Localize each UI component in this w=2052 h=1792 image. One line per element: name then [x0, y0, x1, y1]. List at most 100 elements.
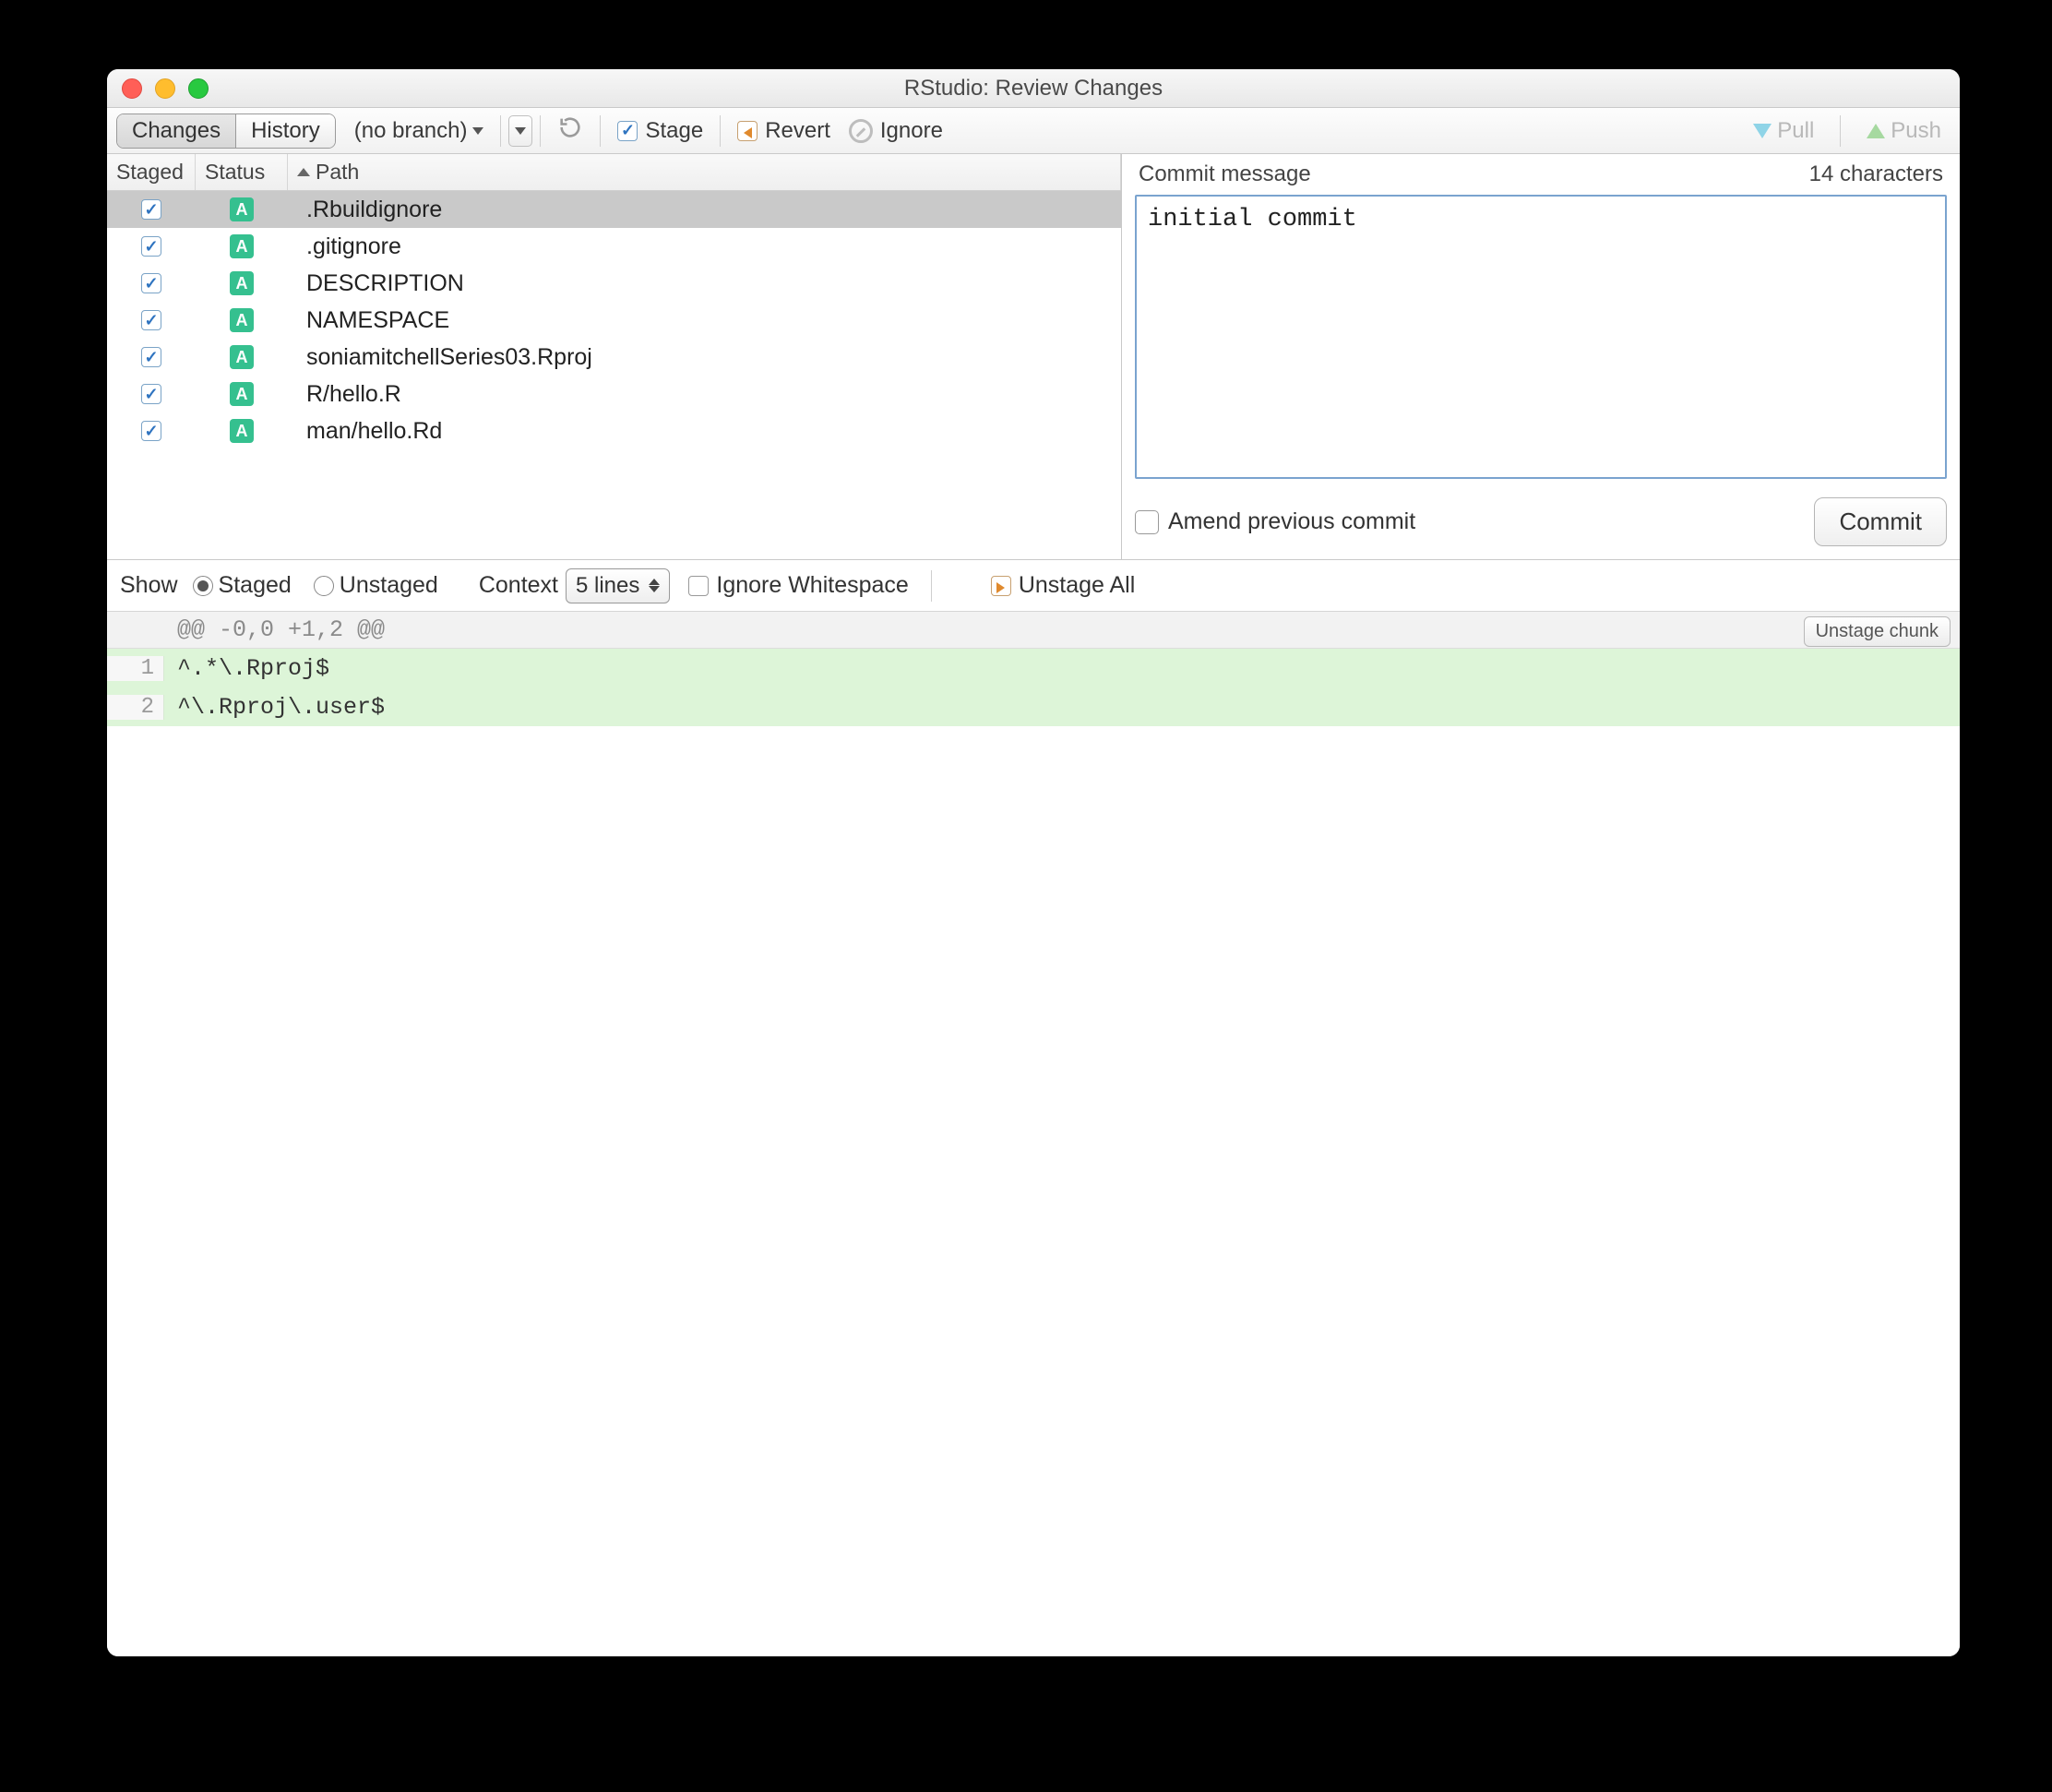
diff-line-added[interactable]: 2^\.Rproj\.user$	[107, 687, 1960, 726]
view-segmented-control: Changes History	[116, 113, 336, 149]
show-unstaged-radio[interactable]: Unstaged	[314, 572, 438, 599]
column-path-label: Path	[316, 160, 359, 185]
file-row[interactable]: A .gitignore	[107, 228, 1121, 265]
branch-label: (no branch)	[354, 118, 468, 144]
commit-header: Commit message 14 characters	[1122, 154, 1960, 195]
push-button[interactable]: Push	[1857, 114, 1951, 148]
main-toolbar: Changes History (no branch) Stage Revert	[107, 108, 1960, 154]
file-path: man/hello.Rd	[288, 418, 1121, 445]
revert-label: Revert	[765, 118, 830, 144]
status-badge: A	[230, 234, 254, 258]
status-badge: A	[230, 271, 254, 295]
separator	[500, 115, 501, 147]
stage-label: Stage	[645, 118, 703, 144]
file-path: R/hello.R	[288, 381, 1121, 408]
column-header-path[interactable]: Path	[288, 154, 1121, 190]
line-content: ^.*\.Rproj$	[164, 655, 329, 682]
push-label: Push	[1891, 118, 1941, 144]
commit-message-input[interactable]	[1135, 195, 1947, 479]
chevron-down-icon	[472, 127, 483, 135]
ignore-button[interactable]: Ignore	[849, 118, 943, 144]
file-path: .gitignore	[288, 233, 1121, 260]
file-row[interactable]: A R/hello.R	[107, 376, 1121, 412]
branch-dropdown-button[interactable]	[508, 115, 532, 147]
sort-asc-icon	[297, 168, 310, 176]
context-value: 5 lines	[576, 573, 639, 599]
files-pane: Staged Status Path A .Rbuildignore A .gitig…	[107, 154, 1122, 559]
ignore-whitespace-checkbox[interactable]: Ignore Whitespace	[688, 572, 908, 599]
tab-changes[interactable]: Changes	[117, 114, 235, 148]
diff-view: @@ -0,0 +1,2 @@ Unstage chunk 1^.*\.Rpro…	[107, 612, 1960, 1656]
ignore-whitespace-label: Ignore Whitespace	[716, 572, 908, 599]
arrow-up-icon	[1867, 124, 1885, 138]
arrow-down-icon	[1753, 124, 1772, 138]
commit-char-count: 14 characters	[1809, 161, 1943, 187]
column-header-status[interactable]: Status	[196, 154, 288, 190]
staged-checkbox[interactable]	[141, 236, 161, 257]
show-staged-radio[interactable]: Staged	[193, 572, 292, 599]
ignore-label: Ignore	[880, 118, 943, 144]
pull-button[interactable]: Pull	[1744, 114, 1823, 148]
amend-previous-checkbox[interactable]: Amend previous commit	[1135, 508, 1415, 535]
refresh-icon	[557, 114, 583, 147]
file-row[interactable]: AsoniamitchellSeries03.Rproj	[107, 339, 1121, 376]
status-badge: A	[230, 197, 254, 221]
checkbox-icon	[688, 576, 709, 596]
unstage-chunk-button[interactable]: Unstage chunk	[1804, 616, 1951, 647]
diff-line-added[interactable]: 1^.*\.Rproj$	[107, 649, 1960, 687]
files-header: Staged Status Path	[107, 154, 1121, 191]
stepper-icon	[649, 579, 660, 592]
amend-label: Amend previous commit	[1168, 508, 1415, 535]
separator	[540, 115, 541, 147]
titlebar: RStudio: Review Changes	[107, 69, 1960, 108]
separator	[600, 115, 601, 147]
tab-history[interactable]: History	[235, 114, 335, 148]
show-label: Show	[120, 572, 178, 599]
line-number: 1	[107, 656, 164, 681]
hunk-range: @@ -0,0 +1,2 @@	[164, 616, 385, 643]
upper-pane: Staged Status Path A .Rbuildignore A .gitig…	[107, 154, 1960, 560]
status-badge: A	[230, 419, 254, 443]
branch-selector[interactable]: (no branch)	[354, 118, 484, 144]
staged-checkbox[interactable]	[141, 273, 161, 293]
radio-selected-icon	[193, 576, 213, 596]
file-row[interactable]: Aman/hello.Rd	[107, 412, 1121, 449]
diff-toolbar: Show Staged Unstaged Context 5 lines Ign…	[107, 560, 1960, 612]
stage-button[interactable]: Stage	[617, 118, 703, 144]
refresh-button[interactable]	[557, 114, 583, 147]
separator	[720, 115, 721, 147]
file-row[interactable]: ADESCRIPTION	[107, 265, 1121, 302]
unstage-icon	[991, 576, 1011, 596]
status-badge: A	[230, 382, 254, 406]
file-path: .Rbuildignore	[288, 197, 1121, 223]
file-row[interactable]: ANAMESPACE	[107, 302, 1121, 339]
separator	[1840, 115, 1841, 147]
column-header-staged[interactable]: Staged	[107, 154, 196, 190]
staged-checkbox[interactable]	[141, 310, 161, 330]
commit-footer: Amend previous commit Commit	[1122, 488, 1960, 559]
unstaged-label: Unstaged	[340, 572, 438, 599]
staged-checkbox[interactable]	[141, 347, 161, 367]
file-row[interactable]: A .Rbuildignore	[107, 191, 1121, 228]
staged-checkbox[interactable]	[141, 384, 161, 404]
pull-label: Pull	[1777, 118, 1814, 144]
context-label: Context	[479, 572, 558, 599]
window-title: RStudio: Review Changes	[107, 76, 1960, 102]
ignore-icon	[849, 119, 873, 143]
status-badge: A	[230, 308, 254, 332]
checkbox-icon	[1135, 510, 1159, 534]
commit-message-label: Commit message	[1139, 161, 1311, 187]
staged-checkbox[interactable]	[141, 421, 161, 441]
context-lines-select[interactable]: 5 lines	[566, 568, 670, 603]
revert-icon	[737, 121, 758, 141]
diff-hunk-header: @@ -0,0 +1,2 @@ Unstage chunk	[107, 612, 1960, 649]
line-content: ^\.Rproj\.user$	[164, 694, 385, 721]
unstage-all-label: Unstage All	[1019, 572, 1135, 599]
unstage-all-button[interactable]: Unstage All	[991, 572, 1135, 599]
status-badge: A	[230, 345, 254, 369]
staged-checkbox[interactable]	[141, 199, 161, 220]
separator	[931, 570, 932, 602]
commit-button[interactable]: Commit	[1814, 497, 1947, 546]
line-number: 2	[107, 695, 164, 720]
revert-button[interactable]: Revert	[737, 118, 830, 144]
